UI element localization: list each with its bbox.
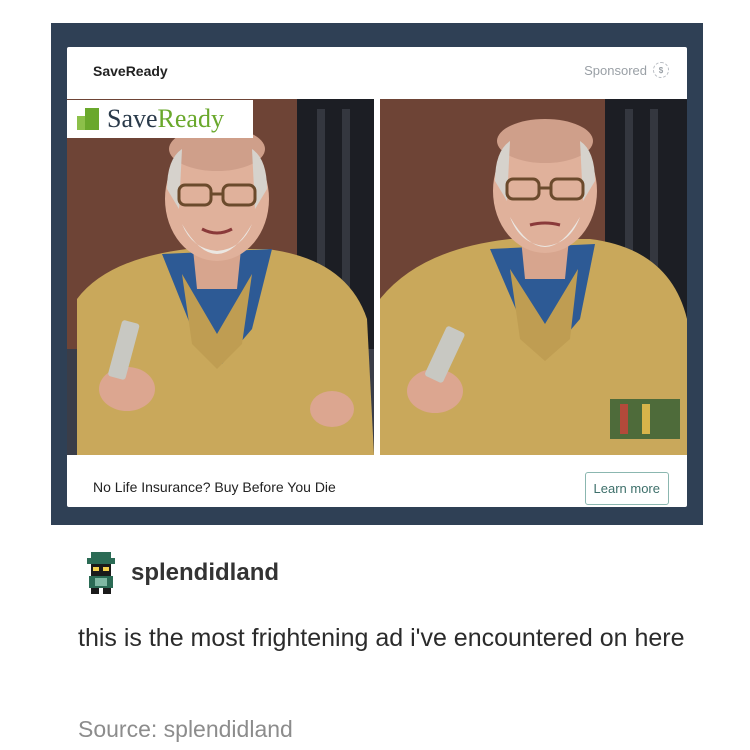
ad-advertiser-name[interactable]: SaveReady bbox=[93, 63, 168, 79]
elderly-man-smiling-photo bbox=[67, 99, 374, 455]
brand-logo-icon bbox=[77, 108, 99, 130]
learn-more-button[interactable]: Learn more bbox=[584, 472, 669, 505]
brand-logo-badge: Save Ready bbox=[67, 100, 253, 138]
post-author[interactable]: splendidland bbox=[83, 550, 279, 596]
elderly-man-pensive-photo bbox=[380, 99, 687, 455]
username[interactable]: splendidland bbox=[131, 559, 279, 587]
sponsored-label: Sponsored bbox=[584, 62, 647, 78]
ad-photo-right[interactable] bbox=[380, 99, 687, 455]
avatar[interactable] bbox=[83, 550, 119, 596]
post-source-link[interactable]: Source: splendidland bbox=[78, 716, 293, 743]
brand-logo-text-b: Ready bbox=[157, 104, 224, 133]
dollar-icon[interactable]: $ bbox=[653, 62, 669, 78]
post-text: this is the most frightening ad i've enc… bbox=[78, 624, 685, 652]
ad-image-strip[interactable] bbox=[67, 99, 687, 455]
brand-logo-text-a: Save bbox=[107, 104, 158, 133]
ad-caption[interactable]: No Life Insurance? Buy Before You Die bbox=[93, 479, 336, 495]
ad-frame: SaveReady Sponsored $ No Life Insurance?… bbox=[51, 23, 703, 525]
sponsored-label-group[interactable]: Sponsored $ bbox=[584, 62, 669, 78]
ad-photo-left[interactable] bbox=[67, 99, 374, 455]
